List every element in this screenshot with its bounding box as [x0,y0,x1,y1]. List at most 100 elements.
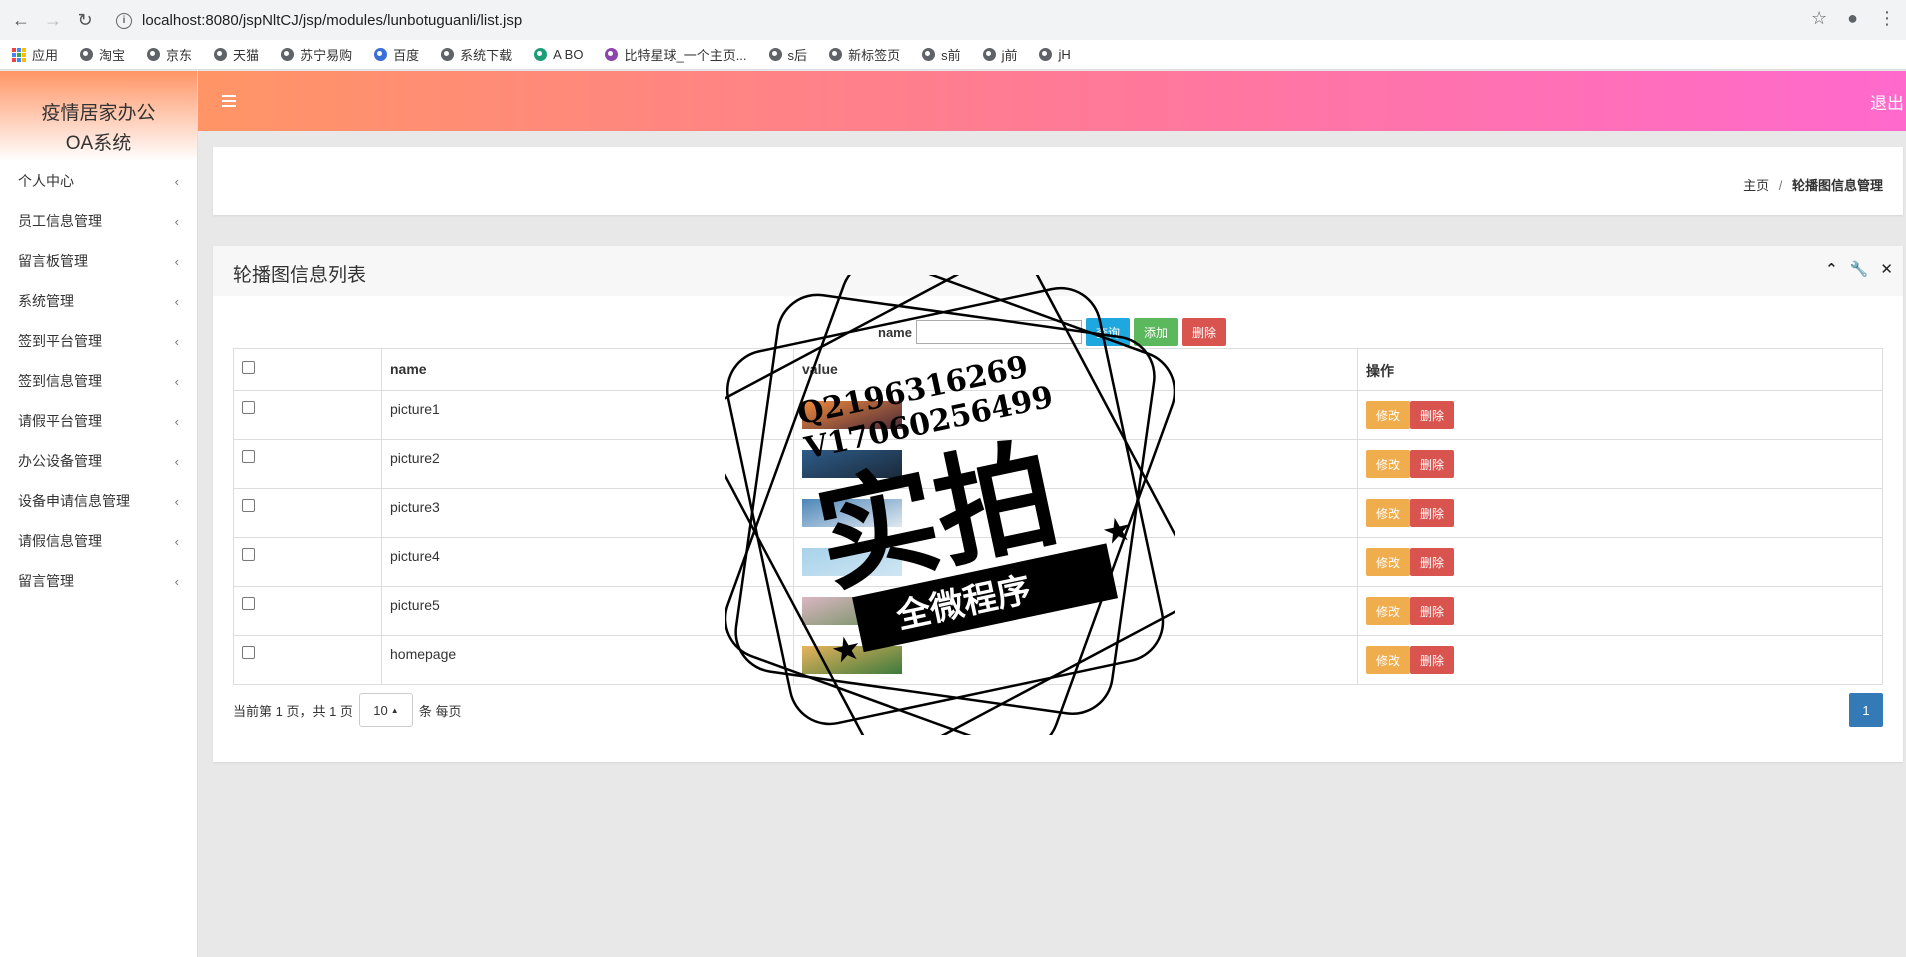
bookmark-label: s前 [941,48,961,63]
add-button[interactable]: 添加 [1133,318,1178,346]
bookmark-label: 苏宁易购 [300,48,353,63]
bookmark-item[interactable]: 百度 [374,45,419,64]
collapse-icon[interactable]: ⌃ [1825,260,1838,278]
address-bar[interactable]: i localhost:8080/jspNltCJ/jsp/modules/lu… [108,7,1778,34]
sidebar-item-personal-center[interactable]: 个人中心 ‹ [0,161,197,201]
row-delete-button[interactable]: 删除 [1410,597,1455,625]
reload-icon[interactable]: ↻ [74,9,96,31]
edit-button[interactable]: 修改 [1366,450,1411,478]
select-all-checkbox[interactable] [242,361,255,374]
bookmark-item[interactable]: s前 [922,45,961,64]
edit-button[interactable]: 修改 [1366,548,1411,576]
globe-icon [441,48,455,61]
chevron-left-icon: ‹ [174,173,179,189]
row-actions: 修改 删除 [1357,537,1883,587]
data-table: name value 操作 picture1 修改 删除 picture2 修改 删除 pi… [233,348,1883,685]
row-thumbnail [802,597,902,625]
bookmark-label: 系统下载 [460,48,513,63]
close-icon[interactable]: ✕ [1880,260,1893,278]
bookmark-item[interactable]: 天猫 [214,45,259,64]
bookmark-apps[interactable]: 应用 [12,45,58,64]
table-header-row: name value 操作 [233,348,1883,391]
star-icon[interactable]: ☆ [1811,8,1827,29]
bookmark-item[interactable]: 系统下载 [441,45,512,64]
sidebar-item-office-equipment[interactable]: 办公设备管理 ‹ [0,441,197,481]
edit-button[interactable]: 修改 [1366,499,1411,527]
row-name: picture1 [381,390,794,440]
header-value: value [793,348,1358,391]
page-size-value: 10 [373,702,388,718]
brand-text: 疫情居家办公OA系统 [41,103,156,154]
bookmark-item[interactable]: 淘宝 [80,45,125,64]
info-icon[interactable]: i [116,12,132,29]
breadcrumb-home[interactable]: 主页 [1743,178,1769,193]
row-checkbox[interactable] [242,401,255,414]
page-size-select[interactable]: 10 ▲ [358,693,413,727]
sidebar-item-checkin-platform[interactable]: 签到平台管理 ‹ [0,321,197,361]
edit-button[interactable]: 修改 [1366,401,1411,429]
row-checkbox[interactable] [242,646,255,659]
logout-link[interactable]: 退出 [1870,89,1904,114]
sidebar-item-message-board[interactable]: 留言板管理 ‹ [0,241,197,281]
row-thumbnail [802,548,902,576]
hamburger-menu-icon[interactable] [222,95,236,107]
sidebar-item-leave-info[interactable]: 请假信息管理 ‹ [0,521,197,561]
row-name: homepage [381,635,794,685]
row-checkbox-cell [233,537,382,587]
breadcrumb-current: 轮播图信息管理 [1791,178,1883,193]
bookmark-item[interactable]: jH [1039,47,1071,62]
row-delete-button[interactable]: 删除 [1410,499,1455,527]
sidebar-item-employee[interactable]: 员工信息管理 ‹ [0,201,197,241]
edit-button[interactable]: 修改 [1366,597,1411,625]
row-checkbox[interactable] [242,499,255,512]
more-icon[interactable]: ⋮ [1878,8,1896,29]
row-checkbox-cell [233,635,382,685]
bookmark-item[interactable]: A BO [534,47,583,62]
sidebar-item-checkin-info[interactable]: 签到信息管理 ‹ [0,361,197,401]
sidebar-item-message-manage[interactable]: 留言管理 ‹ [0,561,197,601]
row-delete-button[interactable]: 删除 [1410,450,1455,478]
chevron-left-icon: ‹ [174,213,179,229]
page-button-1[interactable]: 1 [1849,693,1883,727]
sidebar-item-label: 办公设备管理 [18,453,102,469]
row-value [793,537,1358,587]
sidebar-item-label: 请假平台管理 [18,413,102,429]
query-button[interactable]: 查询 [1085,318,1130,346]
delete-selected-button[interactable]: 删除 [1182,318,1227,346]
bookmark-item[interactable]: 苏宁易购 [281,45,352,64]
sidebar-item-leave-platform[interactable]: 请假平台管理 ‹ [0,401,197,441]
bookmark-label: 新标签页 [848,48,901,63]
forward-icon[interactable]: → [42,9,64,31]
sidebar-item-equipment-request[interactable]: 设备申请信息管理 ‹ [0,481,197,521]
bookmark-item[interactable]: s后 [768,45,808,64]
bookmark-label: s后 [787,48,808,63]
row-checkbox[interactable] [242,597,255,610]
bookmark-item[interactable]: 京东 [147,45,192,64]
account-icon[interactable]: ● [1847,8,1858,29]
bookmark-item[interactable]: 新标签页 [829,45,900,64]
wrench-icon[interactable]: 🔧 [1850,260,1869,278]
row-thumbnail [802,450,902,478]
bookmark-item[interactable]: 比特星球_一个主页... [605,45,747,64]
row-checkbox-cell [233,390,382,440]
panel-header: 轮播图信息列表 ⌃ 🔧 ✕ [213,246,1903,296]
sidebar-item-system[interactable]: 系统管理 ‹ [0,281,197,321]
bookmark-label: 淘宝 [99,48,126,63]
row-delete-button[interactable]: 删除 [1410,548,1455,576]
globe-icon [80,48,94,61]
bookmark-item[interactable]: j前 [982,45,1017,64]
bookmark-label: 京东 [166,48,193,63]
back-icon[interactable]: ← [10,9,32,31]
row-checkbox[interactable] [242,450,255,463]
row-name: picture5 [381,586,794,636]
table-row: picture5 修改 删除 [233,586,1883,636]
row-delete-button[interactable]: 删除 [1410,646,1455,674]
top-navbar: 退出 [198,71,1906,131]
row-checkbox[interactable] [242,548,255,561]
search-input[interactable] [915,320,1082,344]
chevron-left-icon: ‹ [174,453,179,469]
table-row: picture1 修改 删除 [233,390,1883,440]
edit-button[interactable]: 修改 [1366,646,1411,674]
per-page-text: 条 每页 [418,703,462,719]
row-delete-button[interactable]: 删除 [1410,401,1455,429]
